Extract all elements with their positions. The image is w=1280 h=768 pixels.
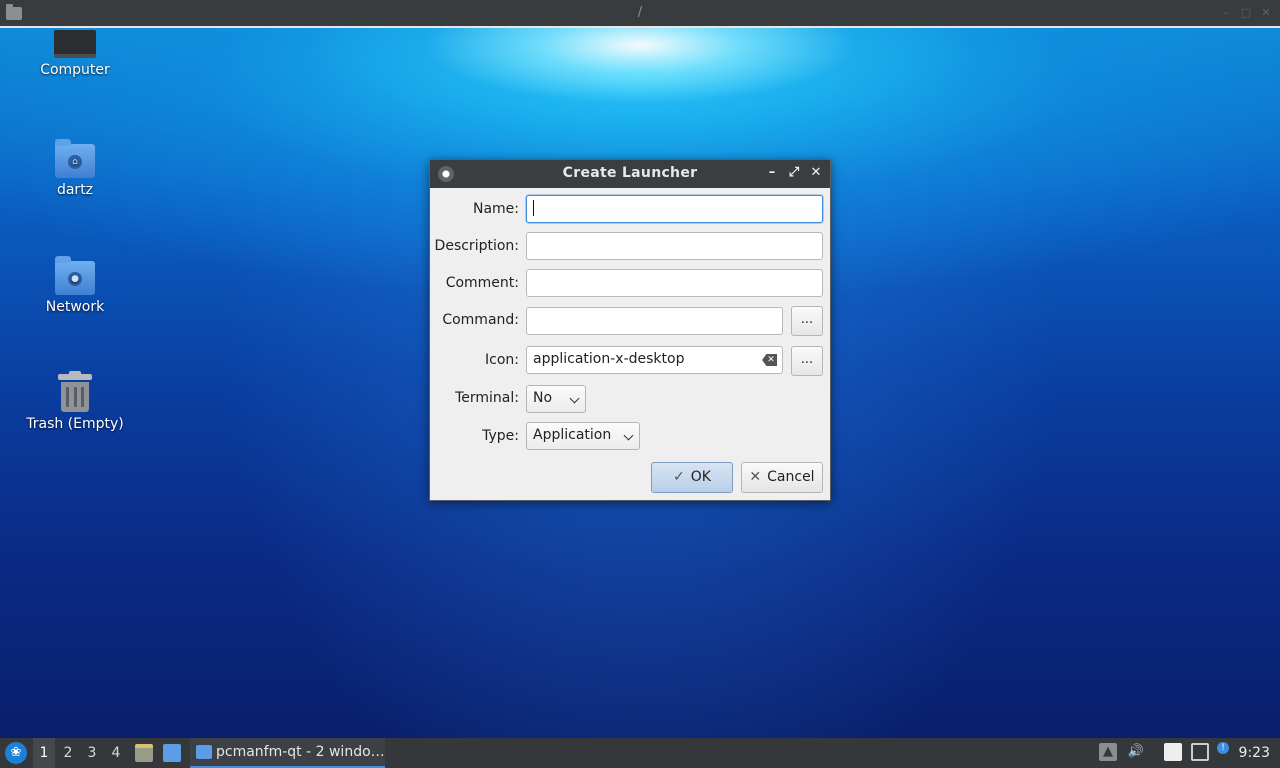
comment-label: Comment:: [445, 275, 519, 291]
taskbar-task-pcmanfm[interactable]: pcmanfm-qt - 2 windo…: [190, 738, 385, 768]
home-folder-icon: ⌂: [55, 139, 95, 178]
show-desktop-icon[interactable]: [163, 744, 181, 762]
desktop-icon-network[interactable]: ● Network: [15, 256, 135, 315]
desktop-icon-label: Computer: [40, 62, 110, 78]
taskbar: ❀ 1 2 3 4 pcmanfm-qt - 2 windo… ▲ 🔊 ! 9:…: [0, 738, 1280, 768]
desktop-icon-home[interactable]: ⌂ dartz: [15, 139, 135, 198]
dialog-titlebar[interactable]: Create Launcher – ⤢ ✕: [430, 160, 830, 188]
desktop-icon-computer[interactable]: Computer: [15, 30, 135, 78]
path-label: /: [637, 5, 643, 20]
desktop-icon-label: Network: [45, 299, 105, 315]
command-label: Command:: [442, 312, 519, 328]
window-controls: – □ ✕: [1220, 7, 1272, 19]
file-manager-topbar: / – □ ✕: [0, 0, 1280, 28]
name-field[interactable]: [526, 195, 823, 223]
notification-icon[interactable]: !: [1217, 742, 1229, 754]
desktop-icon-trash[interactable]: Trash (Empty): [15, 371, 135, 432]
folder-icon[interactable]: [6, 4, 22, 20]
cancel-button[interactable]: ✕ Cancel: [741, 462, 823, 493]
start-menu-icon[interactable]: ❀: [5, 742, 27, 764]
tray-arrow-icon[interactable]: ▲: [1099, 743, 1117, 761]
icon-label: Icon:: [485, 352, 519, 368]
terminal-select[interactable]: No: [526, 385, 586, 413]
clock[interactable]: 9:23: [1239, 738, 1270, 768]
workspace-4[interactable]: 4: [105, 738, 127, 768]
cancel-label: Cancel: [767, 469, 815, 485]
ok-label: OK: [690, 469, 711, 485]
dialog-window-controls: – ⤢ ✕: [764, 165, 824, 181]
folder-icon: [196, 745, 212, 759]
type-label: Type:: [482, 428, 519, 444]
clipboard-icon[interactable]: [1164, 743, 1182, 761]
create-launcher-dialog: Create Launcher – ⤢ ✕ Name: Description:…: [429, 159, 831, 501]
workspace-3[interactable]: 3: [81, 738, 103, 768]
cancel-x-icon: ✕: [749, 469, 762, 485]
description-field[interactable]: [526, 232, 823, 260]
type-value: Application: [533, 427, 612, 443]
terminal-label: Terminal:: [455, 390, 519, 406]
icon-value: application-x-desktop: [533, 351, 685, 367]
task-label: pcmanfm-qt - 2 windo…: [216, 744, 385, 760]
close-icon[interactable]: ✕: [1260, 7, 1272, 19]
network-icon[interactable]: [1191, 743, 1209, 761]
clear-icon[interactable]: ✕: [762, 354, 777, 366]
icon-browse-button[interactable]: ...: [791, 346, 823, 376]
minimize-icon[interactable]: –: [1220, 7, 1232, 19]
terminal-value: No: [533, 390, 553, 406]
name-label: Name:: [472, 201, 519, 217]
command-browse-button[interactable]: ...: [791, 306, 823, 336]
workspace-2[interactable]: 2: [57, 738, 79, 768]
command-field[interactable]: [526, 307, 783, 335]
maximize-icon[interactable]: ⤢: [786, 165, 802, 181]
icon-field[interactable]: application-x-desktop ✕: [526, 346, 783, 374]
chevron-down-icon: [623, 430, 634, 441]
network-folder-icon: ●: [55, 256, 95, 295]
close-icon[interactable]: ✕: [808, 165, 824, 181]
workspace-1[interactable]: 1: [33, 738, 55, 768]
desktop-icon-label: Trash (Empty): [26, 416, 124, 432]
text-caret: [533, 200, 534, 216]
checkmark-icon: ✓: [673, 469, 685, 485]
ok-button[interactable]: ✓ OK: [651, 462, 733, 493]
volume-icon[interactable]: 🔊: [1127, 743, 1145, 761]
chevron-down-icon: [569, 393, 580, 404]
computer-icon: [54, 30, 96, 58]
file-manager-launcher-icon[interactable]: [135, 744, 153, 762]
maximize-icon[interactable]: □: [1240, 7, 1252, 19]
trash-icon: [58, 371, 92, 412]
minimize-icon[interactable]: –: [764, 165, 780, 181]
desktop-icon-label: dartz: [56, 182, 94, 198]
comment-field[interactable]: [526, 269, 823, 297]
description-label: Description:: [434, 238, 519, 254]
type-select[interactable]: Application: [526, 422, 640, 450]
